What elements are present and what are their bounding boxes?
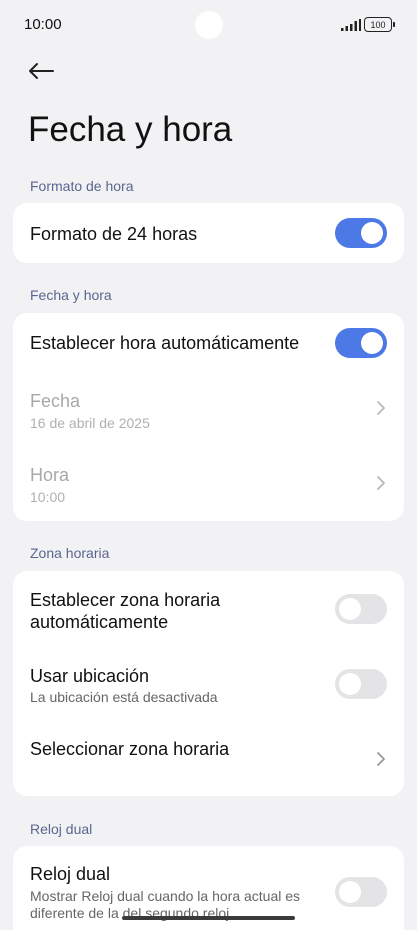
chevron-right-icon xyxy=(377,752,385,766)
row-format-24h[interactable]: Formato de 24 horas xyxy=(13,203,404,263)
camera-cutout xyxy=(195,11,223,39)
use-location-sub: La ubicación está desactivada xyxy=(30,689,218,705)
battery-icon: 100 xyxy=(364,17,395,32)
card-date-time: Establecer hora automáticamente Fecha 16… xyxy=(13,313,404,521)
select-zone-label: Seleccionar zona horaria xyxy=(30,739,230,759)
row-time[interactable]: Hora 10:00 xyxy=(13,449,404,521)
status-bar: 10:00 100 xyxy=(0,0,417,52)
date-value: 16 de abril de 2025 xyxy=(30,415,150,431)
row-auto-time[interactable]: Establecer hora automáticamente xyxy=(13,313,404,375)
use-location-label: Usar ubicación xyxy=(30,666,150,686)
format-24h-label: Formato de 24 horas xyxy=(30,224,198,244)
use-location-toggle[interactable] xyxy=(335,669,387,699)
section-header-time-zone: Zona horaria xyxy=(30,545,110,561)
arrow-left-icon xyxy=(29,63,54,79)
chevron-right-icon xyxy=(377,476,385,490)
auto-time-label: Establecer hora automáticamente xyxy=(30,333,300,353)
home-indicator[interactable] xyxy=(122,916,295,920)
time-value: 10:00 xyxy=(30,489,66,505)
auto-zone-label-line2: automáticamente xyxy=(30,612,169,632)
section-header-time-format: Formato de hora xyxy=(30,178,134,194)
row-auto-zone[interactable]: Establecer zona horaria automáticamente xyxy=(13,571,404,649)
auto-time-toggle[interactable] xyxy=(335,328,387,358)
card-time-format: Formato de 24 horas xyxy=(13,203,404,263)
card-time-zone: Establecer zona horaria automáticamente … xyxy=(13,571,404,796)
battery-level: 100 xyxy=(370,19,386,30)
chevron-right-icon xyxy=(377,401,385,415)
auto-zone-label-line1: Establecer zona horaria xyxy=(30,590,221,610)
section-header-date-time: Fecha y hora xyxy=(30,287,112,303)
status-time: 10:00 xyxy=(24,16,62,33)
date-label: Fecha xyxy=(30,391,81,411)
section-header-dual-clock: Reloj dual xyxy=(30,821,93,837)
back-button[interactable] xyxy=(28,58,58,84)
signal-icon xyxy=(341,19,361,31)
row-date[interactable]: Fecha 16 de abril de 2025 xyxy=(13,375,404,449)
dual-clock-toggle[interactable] xyxy=(335,877,387,907)
page-title: Fecha y hora xyxy=(28,110,233,149)
dual-clock-label: Reloj dual xyxy=(30,864,111,884)
row-use-location[interactable]: Usar ubicación La ubicación está desacti… xyxy=(13,649,404,721)
dual-clock-sub-line1: Mostrar Reloj dual cuando la hora actual… xyxy=(30,888,301,904)
auto-zone-toggle[interactable] xyxy=(335,594,387,624)
row-select-zone[interactable]: Seleccionar zona horaria xyxy=(13,721,404,796)
format-24h-toggle[interactable] xyxy=(335,218,387,248)
time-label: Hora xyxy=(30,465,70,485)
